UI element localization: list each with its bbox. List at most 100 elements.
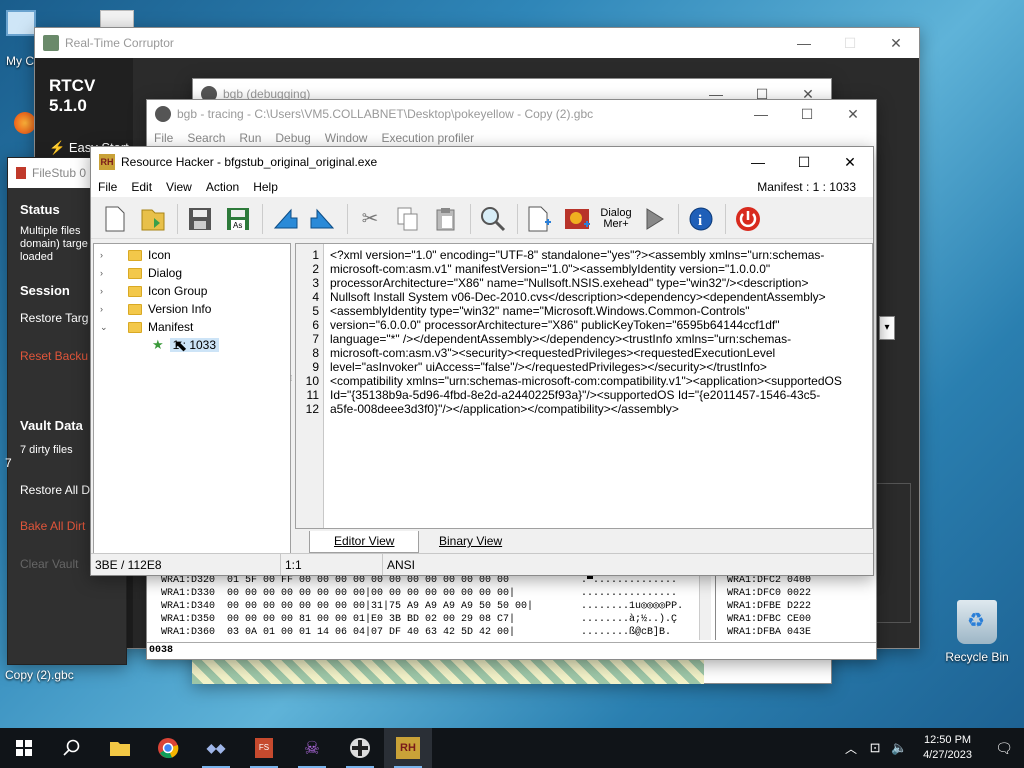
- filestub-taskbar-icon[interactable]: FS: [240, 728, 288, 768]
- paste-icon[interactable]: [428, 202, 464, 236]
- resource-hacker-taskbar-icon[interactable]: RH: [384, 728, 432, 768]
- tree-node-icon[interactable]: › Icon: [100, 246, 171, 264]
- expand-icon[interactable]: ›: [100, 286, 112, 296]
- copy-icon[interactable]: [390, 202, 426, 236]
- restore-all-button[interactable]: Restore All D: [20, 483, 90, 497]
- save-icon[interactable]: [182, 202, 218, 236]
- new-file-icon[interactable]: [97, 202, 133, 236]
- clear-vault-button[interactable]: Clear Vault: [20, 557, 78, 571]
- code-line: <?xml version="1.0" encoding="UTF-8" sta…: [330, 248, 825, 262]
- volume-icon[interactable]: 🔈: [887, 728, 911, 768]
- code-line: processorArchitecture="X86" name="Nullso…: [330, 276, 809, 290]
- rh-menubar: File Edit View Action Help Manifest : 1 …: [91, 177, 873, 197]
- minimize-icon[interactable]: —: [781, 28, 827, 58]
- hex-scrollbar[interactable]: [699, 570, 711, 640]
- rh-toolbar: As ✂ Dialog Mer+ i: [91, 199, 873, 239]
- star-icon: ★: [152, 337, 164, 352]
- desktop-f-label: 7: [5, 456, 12, 470]
- tab-editor-view[interactable]: Editor View: [309, 531, 420, 553]
- line-number: 8: [312, 346, 319, 360]
- tree-node-version-info[interactable]: › Version Info: [100, 300, 211, 318]
- maximize-icon[interactable]: ☐: [827, 28, 873, 58]
- search-icon[interactable]: [475, 202, 511, 236]
- menu-edit[interactable]: Edit: [124, 180, 159, 194]
- folder-icon: [128, 267, 142, 279]
- rtcv-taskbar-icon[interactable]: ◆◆: [192, 728, 240, 768]
- add-resource-icon[interactable]: [522, 202, 558, 236]
- start-button[interactable]: [0, 728, 48, 768]
- hex-line: WRA1:D360 03 0A 01 00 01 14 06 04|07 DF …: [161, 627, 516, 638]
- file-explorer-icon[interactable]: [96, 728, 144, 768]
- close-icon[interactable]: ✕: [830, 100, 876, 129]
- menu-execution-profiler[interactable]: Execution profiler: [374, 131, 481, 145]
- clock[interactable]: 12:50 PM 4/27/2023: [911, 733, 984, 763]
- network-icon[interactable]: ⊡: [863, 728, 887, 768]
- folder-icon: [128, 303, 142, 315]
- rh-title: Resource Hacker - bfgstub_original_origi…: [121, 155, 378, 169]
- recycle-bin[interactable]: Recycle Bin: [940, 600, 1014, 664]
- firefox-icon[interactable]: [14, 112, 36, 134]
- menu-action[interactable]: Action: [199, 180, 246, 194]
- rtcv-titlebar[interactable]: Real-Time Corruptor — ☐ ✕: [35, 28, 919, 58]
- resource-tree[interactable]: › Icon › Dialog › Icon Group › Version Info …: [93, 243, 291, 555]
- status-text-1: Multiple files: [20, 225, 81, 237]
- tree-node-dialog[interactable]: › Dialog: [100, 264, 182, 282]
- tree-node-icon-group[interactable]: › Icon Group: [100, 282, 207, 300]
- info-icon[interactable]: i: [683, 202, 719, 236]
- memory-hex-view[interactable]: WRA1:D320 01 5F 00 FF 00 00 00 00 00 00 …: [147, 570, 876, 659]
- pane-divider: [715, 570, 716, 640]
- pane-splitter[interactable]: ⁞: [290, 374, 294, 394]
- maximize-icon[interactable]: ☐: [784, 100, 830, 129]
- wand-icon: ⚡: [49, 140, 66, 155]
- collapse-icon[interactable]: ⌄: [100, 322, 112, 333]
- code-line: microsoft-com:asm.v3"><security><request…: [330, 346, 776, 360]
- code-line: level="asInvoker" uiAccess="false"/></re…: [330, 360, 767, 374]
- menu-file[interactable]: File: [147, 131, 180, 145]
- reset-backup-button[interactable]: Reset Backu: [20, 349, 88, 363]
- close-icon[interactable]: ✕: [873, 28, 919, 58]
- menu-debug[interactable]: Debug: [268, 131, 317, 145]
- svg-text:i: i: [698, 213, 702, 229]
- menu-search[interactable]: Search: [180, 131, 232, 145]
- maximize-icon[interactable]: ☐: [781, 147, 827, 177]
- tree-node-manifest[interactable]: ⌄ Manifest: [100, 318, 193, 336]
- menu-view[interactable]: View: [159, 180, 199, 194]
- bgb-taskbar-icon[interactable]: [336, 728, 384, 768]
- rh-titlebar[interactable]: RH Resource Hacker - bfgstub_original_or…: [91, 147, 873, 177]
- add-image-icon[interactable]: [560, 202, 596, 236]
- chrome-icon[interactable]: [144, 728, 192, 768]
- manifest-editor[interactable]: 1 2 3 4 5 6 7 8 9 10 11 12 <?xml version="1.0" enco…: [290, 243, 873, 529]
- bgb-trace-titlebar[interactable]: bgb - tracing - C:\Users\VM5.COLLABNET\D…: [147, 100, 876, 128]
- menu-run[interactable]: Run: [232, 131, 268, 145]
- line-number: 6: [312, 318, 319, 332]
- expand-icon[interactable]: ›: [100, 250, 112, 260]
- stack-line: WRA1:DFBE D222: [727, 601, 812, 612]
- save-as-icon[interactable]: As: [220, 202, 256, 236]
- cut-icon[interactable]: ✂: [352, 202, 388, 236]
- expand-icon[interactable]: ›: [100, 304, 112, 314]
- notifications-icon[interactable]: 🗨: [984, 728, 1024, 768]
- close-icon[interactable]: ✕: [827, 147, 873, 177]
- expand-icon[interactable]: ›: [100, 268, 112, 278]
- power-exit-icon[interactable]: [730, 202, 766, 236]
- toolbar-separator: [517, 203, 518, 234]
- copy-gbc-label[interactable]: Copy (2).gbc: [5, 668, 74, 682]
- tab-binary-view[interactable]: Binary View: [415, 531, 526, 553]
- minimize-icon[interactable]: —: [738, 100, 784, 129]
- arrow-right-icon[interactable]: [305, 202, 341, 236]
- play-compile-icon[interactable]: [636, 202, 672, 236]
- arrow-left-icon[interactable]: [267, 202, 303, 236]
- monster-taskbar-icon[interactable]: ☠: [288, 728, 336, 768]
- restore-target-button[interactable]: Restore Targ: [20, 311, 88, 325]
- toolbar-separator: [725, 203, 726, 234]
- view-tabs: Editor View Binary View: [295, 529, 873, 555]
- bake-all-button[interactable]: Bake All Dirt: [20, 519, 85, 533]
- minimize-icon[interactable]: —: [735, 147, 781, 177]
- chevron-up-icon[interactable]: ︿: [839, 728, 863, 768]
- dialog-merger-button[interactable]: Dialog Mer+: [598, 202, 634, 236]
- menu-help[interactable]: Help: [246, 180, 285, 194]
- open-file-icon[interactable]: [135, 202, 171, 236]
- search-icon[interactable]: [48, 728, 96, 768]
- menu-window[interactable]: Window: [318, 131, 375, 145]
- menu-file[interactable]: File: [91, 180, 124, 194]
